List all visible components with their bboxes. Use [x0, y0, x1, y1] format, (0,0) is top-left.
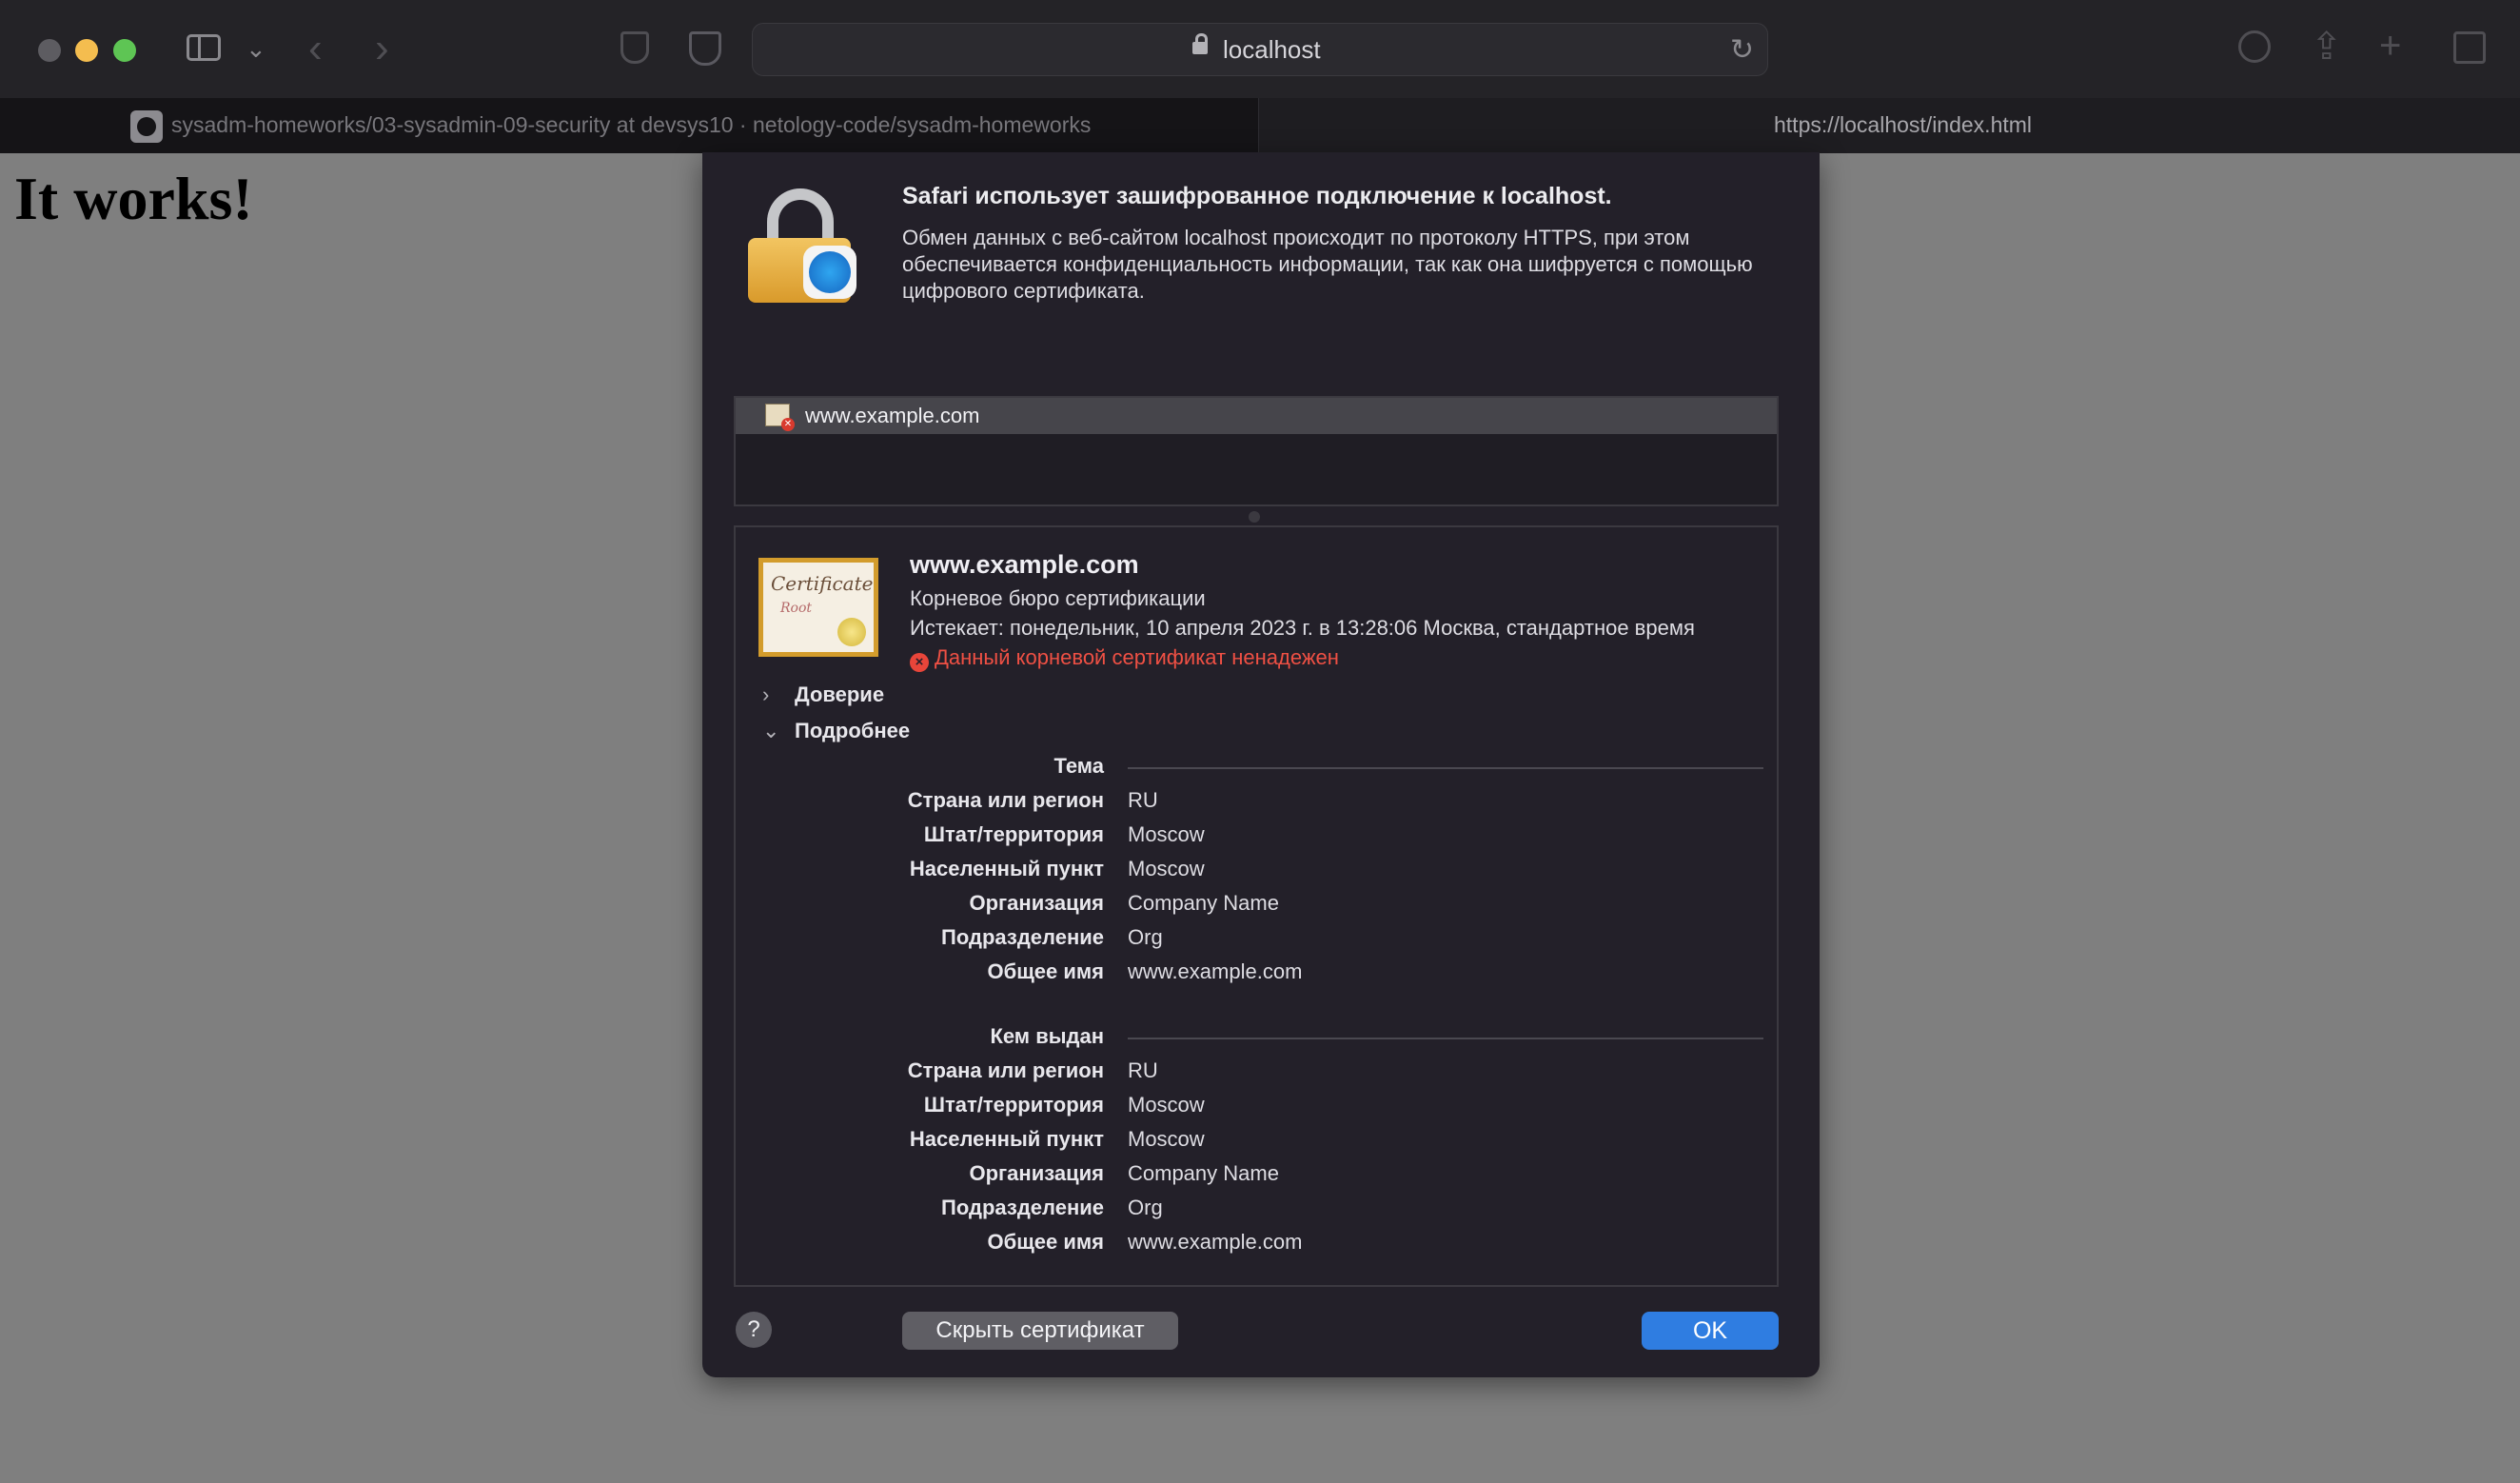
untrusted-certificate-icon — [765, 404, 795, 431]
subject-section-title: Тема — [1053, 754, 1104, 778]
zoom-window-button[interactable] — [113, 39, 136, 62]
sheet-title: Safari использует зашифрованное подключе… — [902, 183, 1612, 209]
details-disclosure[interactable]: ⌄ Подробнее — [762, 719, 910, 743]
hide-certificate-button[interactable]: Скрыть сертификат — [902, 1312, 1178, 1350]
sidebar-icon[interactable] — [187, 34, 221, 61]
divider — [1128, 767, 1763, 769]
forward-arrow-icon[interactable]: › — [375, 25, 389, 72]
trust-disclosure[interactable]: › Доверие — [762, 682, 884, 707]
new-tab-icon[interactable]: + — [2379, 25, 2401, 68]
field-label: Страна или регион — [907, 788, 1104, 812]
field-label: Населенный пункт — [909, 857, 1104, 880]
field-value: Moscow — [1128, 1127, 1205, 1151]
certificate-expiry: Истекает: понедельник, 10 апреля 2023 г.… — [910, 616, 1695, 640]
tab-title: sysadm-homeworks/03-sysadmin-09-security… — [171, 112, 1092, 137]
field-label: Штат/территория — [923, 1093, 1104, 1117]
issuer-section-title: Кем выдан — [990, 1024, 1104, 1048]
share-icon[interactable]: ⇪ — [2311, 25, 2343, 69]
field-value: RU — [1128, 788, 1158, 812]
field-label: Штат/территория — [923, 822, 1104, 846]
help-button[interactable]: ? — [736, 1312, 772, 1348]
address-text: localhost — [1223, 35, 1321, 64]
split-view-handle[interactable] — [1249, 511, 1260, 523]
close-window-button[interactable] — [38, 39, 61, 62]
lock-icon — [1192, 33, 1208, 54]
back-arrow-icon[interactable]: ‹ — [308, 25, 323, 72]
field-value: www.example.com — [1128, 1230, 1303, 1254]
field-value: Moscow — [1128, 857, 1205, 880]
field-value: Company Name — [1128, 891, 1279, 915]
chevron-right-icon: › — [762, 682, 770, 706]
certificate-chain-list: www.example.com — [734, 396, 1779, 506]
downloads-icon[interactable] — [2238, 30, 2271, 63]
certificate-sheet: Safari использует зашифрованное подключе… — [702, 152, 1820, 1377]
field-value: Org — [1128, 925, 1163, 949]
sheet-description: Обмен данных с веб-сайтом localhost прои… — [902, 226, 1753, 303]
tab-localhost[interactable]: https://localhost/index.html — [1774, 112, 2032, 138]
field-label: Подразделение — [941, 925, 1104, 949]
field-label: Населенный пункт — [909, 1127, 1104, 1151]
tab-bar: sysadm-homeworks/03-sysadmin-09-security… — [0, 98, 2520, 153]
field-value: RU — [1128, 1058, 1158, 1082]
chevron-down-icon[interactable]: ⌄ — [246, 34, 266, 64]
privacy-shield-icon[interactable] — [620, 31, 649, 64]
tab-overview-icon[interactable] — [2453, 31, 2486, 64]
field-label: Общее имя — [987, 1230, 1104, 1254]
tab-github[interactable]: sysadm-homeworks/03-sysadmin-09-security… — [0, 98, 1259, 153]
chevron-down-icon: ⌄ — [762, 719, 780, 742]
certificate-warning: × Данный корневой сертификат ненадежен — [910, 645, 1339, 672]
certificate-details: Certificate Root www.example.com Корнево… — [734, 525, 1779, 1287]
field-label: Организация — [969, 1161, 1104, 1185]
browser-window: ⌄ ‹ › localhost ↻ ⇪ + sysadm-homeworks/0… — [0, 0, 2520, 1483]
field-value: Company Name — [1128, 1161, 1279, 1185]
extension-shield-icon[interactable] — [689, 31, 721, 66]
field-label: Общее имя — [987, 959, 1104, 983]
ok-button[interactable]: OK — [1642, 1312, 1779, 1350]
github-icon — [130, 110, 163, 143]
reload-icon[interactable]: ↻ — [1730, 33, 1754, 67]
certificate-type: Корневое бюро сертификации — [910, 586, 1206, 610]
field-value: Moscow — [1128, 1093, 1205, 1117]
toolbar: ⌄ ‹ › localhost ↻ ⇪ + — [0, 0, 2520, 98]
certificate-chain-item[interactable]: www.example.com — [736, 398, 1777, 434]
field-value: www.example.com — [1128, 959, 1303, 983]
field-value: Org — [1128, 1196, 1163, 1219]
certificate-chain-label: www.example.com — [805, 404, 980, 427]
certificate-icon: Certificate Root — [758, 558, 878, 657]
field-label: Страна или регион — [907, 1058, 1104, 1082]
divider — [1128, 1038, 1763, 1039]
field-value: Moscow — [1128, 822, 1205, 846]
certificate-name: www.example.com — [910, 550, 1139, 579]
field-label: Подразделение — [941, 1196, 1104, 1219]
lock-safari-icon — [748, 188, 862, 312]
minimize-window-button[interactable] — [75, 39, 98, 62]
address-bar[interactable]: localhost ↻ — [752, 23, 1768, 76]
field-label: Организация — [969, 891, 1104, 915]
error-icon: × — [910, 653, 929, 672]
page-heading: It works! — [14, 165, 253, 232]
